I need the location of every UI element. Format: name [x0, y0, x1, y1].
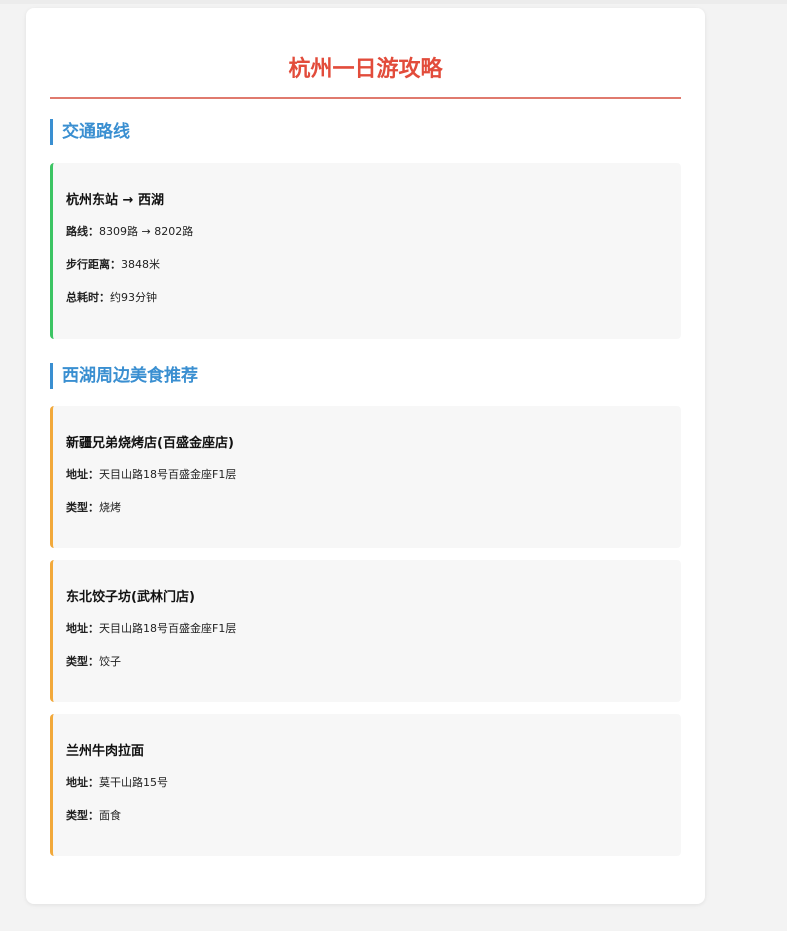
restaurant-name: 东北饺子坊(武林门店)	[66, 590, 195, 605]
restaurant-address-row: 地址：天目山路18号百盛金座F1层	[66, 467, 669, 483]
type-value: 饺子	[99, 655, 121, 668]
page-title: 杭州一日游攻略	[50, 8, 681, 99]
route-lines-value: 8309路 → 8202路	[99, 225, 194, 238]
type-label: 类型：	[66, 655, 99, 668]
restaurant-type-row: 类型：面食	[66, 808, 669, 824]
total-time-value: 约93分钟	[110, 291, 157, 304]
route-lines-row: 路线：8309路 → 8202路	[66, 224, 669, 240]
type-label: 类型：	[66, 501, 99, 514]
restaurant-type-row: 类型：饺子	[66, 654, 669, 670]
restaurant-card: 东北饺子坊(武林门店) 地址：天目山路18号百盛金座F1层 类型：饺子	[50, 560, 681, 702]
route-lines-label: 路线：	[66, 225, 99, 238]
restaurant-name: 新疆兄弟烧烤店(百盛金座店)	[66, 436, 234, 451]
type-value: 烧烤	[99, 501, 121, 514]
type-value: 面食	[99, 809, 121, 822]
restaurant-card: 兰州牛肉拉面 地址：莫干山路15号 类型：面食	[50, 714, 681, 856]
route-title: 杭州东站 → 西湖	[66, 193, 164, 208]
address-value: 天目山路18号百盛金座F1层	[99, 468, 237, 481]
restaurant-card: 新疆兄弟烧烤店(百盛金座店) 地址：天目山路18号百盛金座F1层 类型：烧烤	[50, 406, 681, 548]
food-heading: 西湖周边美食推荐	[50, 363, 681, 389]
walk-distance-value: 3848米	[121, 258, 160, 271]
restaurant-name: 兰州牛肉拉面	[66, 744, 145, 759]
walk-distance-row: 步行距离：3848米	[66, 257, 669, 273]
type-label: 类型：	[66, 809, 99, 822]
total-time-label: 总耗时：	[66, 291, 110, 304]
top-strip	[0, 0, 787, 4]
restaurant-address-row: 地址：莫干山路15号	[66, 775, 669, 791]
address-label: 地址：	[66, 468, 99, 481]
address-value: 天目山路18号百盛金座F1层	[99, 622, 237, 635]
restaurant-address-row: 地址：天目山路18号百盛金座F1层	[66, 621, 669, 637]
route-box: 杭州东站 → 西湖 路线：8309路 → 8202路 步行距离：3848米 总耗…	[50, 163, 681, 339]
address-label: 地址：	[66, 622, 99, 635]
restaurant-type-row: 类型：烧烤	[66, 500, 669, 516]
transport-heading: 交通路线	[50, 119, 681, 145]
address-value: 莫干山路15号	[99, 776, 168, 789]
total-time-row: 总耗时：约93分钟	[66, 290, 669, 306]
address-label: 地址：	[66, 776, 99, 789]
guide-card: 杭州一日游攻略 交通路线 杭州东站 → 西湖 路线：8309路 → 8202路 …	[26, 8, 705, 904]
walk-distance-label: 步行距离：	[66, 258, 121, 271]
